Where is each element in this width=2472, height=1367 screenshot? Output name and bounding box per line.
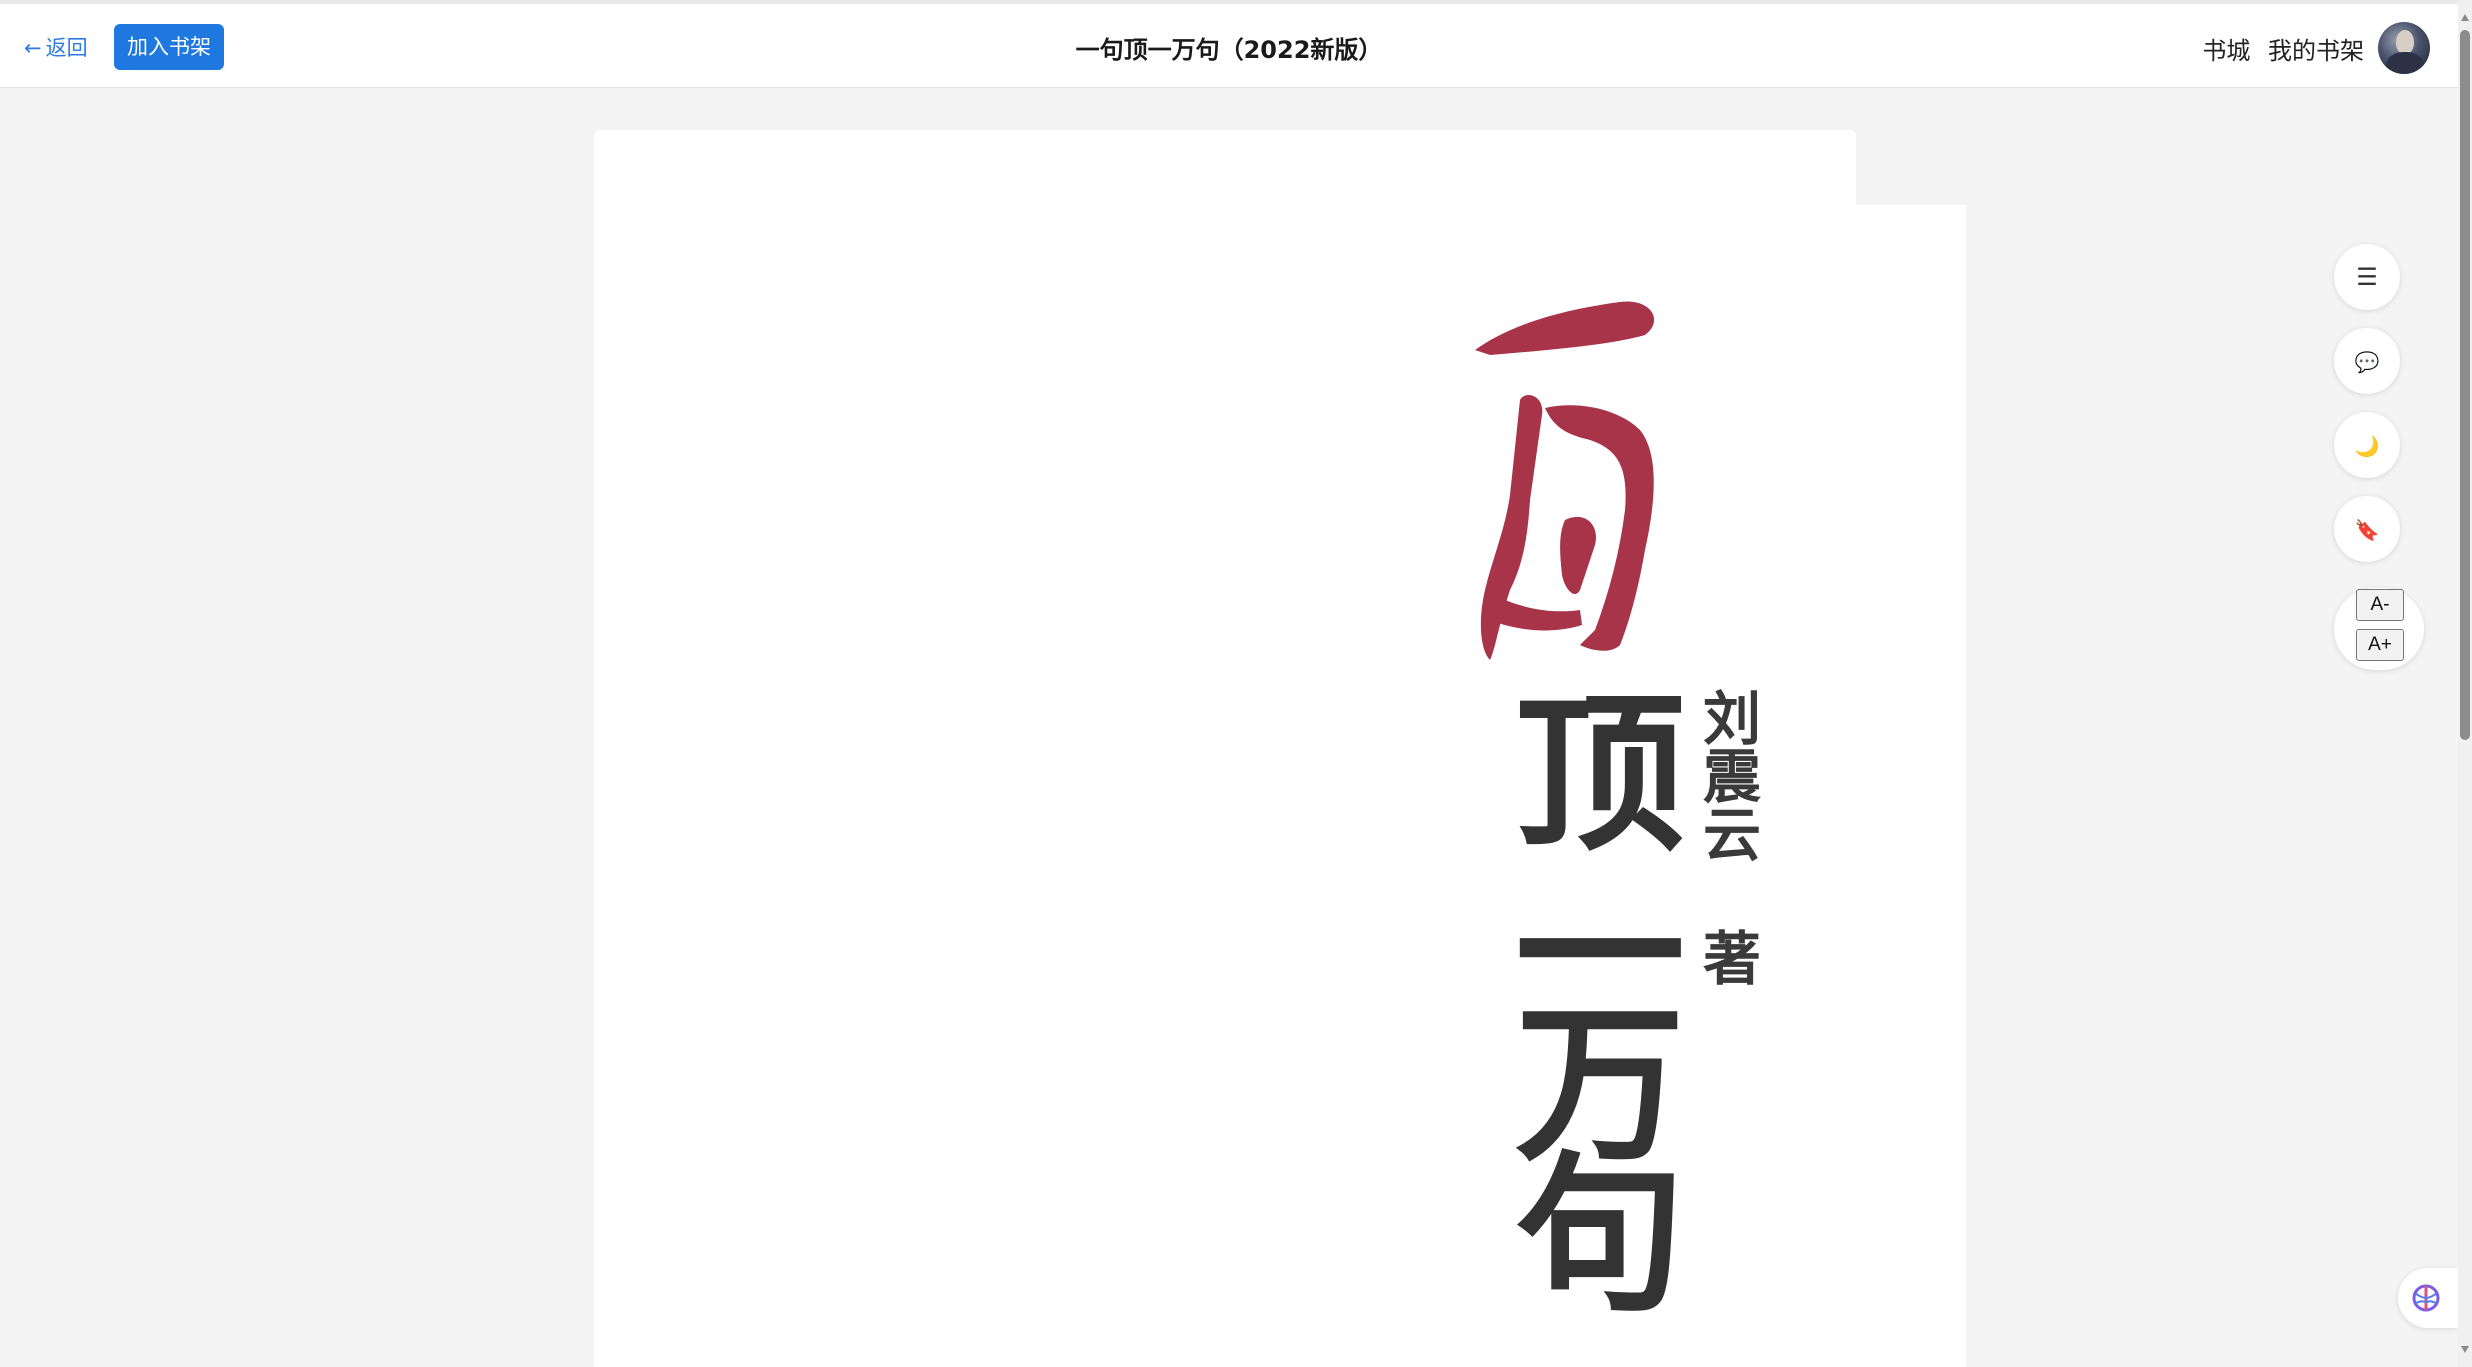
font-decrease-button[interactable]: A- bbox=[2356, 589, 2404, 621]
bookmark-button[interactable]: 🔖 bbox=[2334, 496, 2400, 562]
avatar-body bbox=[2386, 52, 2424, 74]
top-nav: 书城 我的书架 bbox=[2192, 31, 2364, 66]
toc-button[interactable]: ☰ bbox=[2334, 244, 2400, 310]
cover-title-char-4: 句 bbox=[1515, 1135, 1686, 1335]
scroll-down-arrow-icon[interactable] bbox=[2461, 1346, 2469, 1353]
author-char-3: 云 bbox=[1702, 801, 1761, 869]
moon-icon: 🌙 bbox=[2354, 434, 2380, 458]
author-char-2: 震 bbox=[1702, 743, 1761, 811]
nav-my-shelf-link[interactable]: 我的书架 bbox=[2268, 37, 2364, 65]
cover-title-char-1: 顶 bbox=[1515, 675, 1686, 875]
scroll-thumb[interactable] bbox=[2460, 30, 2470, 740]
avatar-face bbox=[2396, 30, 2414, 54]
font-size-control: A- A+ bbox=[2334, 588, 2424, 670]
bookmark-icon: 🔖 bbox=[2354, 518, 2380, 542]
menu-icon: ☰ bbox=[2356, 263, 2378, 291]
cover-author-role: 著 bbox=[1702, 925, 1761, 993]
top-bar: ← 返回 加入书架 一句顶一万句（2022新版） 书城 我的书架 bbox=[0, 0, 2458, 88]
vertical-scrollbar[interactable] bbox=[2458, 0, 2472, 1367]
comment-icon: 💬 bbox=[2354, 350, 2380, 374]
comment-button[interactable]: 💬 bbox=[2334, 328, 2400, 394]
author-char-1: 刘 bbox=[1702, 685, 1761, 753]
nav-bookstore-link[interactable]: 书城 bbox=[2202, 37, 2250, 65]
brain-icon bbox=[2412, 1284, 2440, 1312]
scroll-up-arrow-icon[interactable] bbox=[2461, 14, 2469, 21]
calligraphy-title-mark bbox=[1475, 301, 1655, 660]
ai-assistant-button[interactable] bbox=[2398, 1268, 2458, 1328]
font-increase-button[interactable]: A+ bbox=[2356, 629, 2404, 661]
cover-author: 刘 震 云 bbox=[1700, 690, 1764, 864]
avatar[interactable] bbox=[2378, 22, 2430, 74]
night-mode-button[interactable]: 🌙 bbox=[2334, 412, 2400, 478]
page-title: 一句顶一万句（2022新版） bbox=[1075, 36, 1383, 64]
